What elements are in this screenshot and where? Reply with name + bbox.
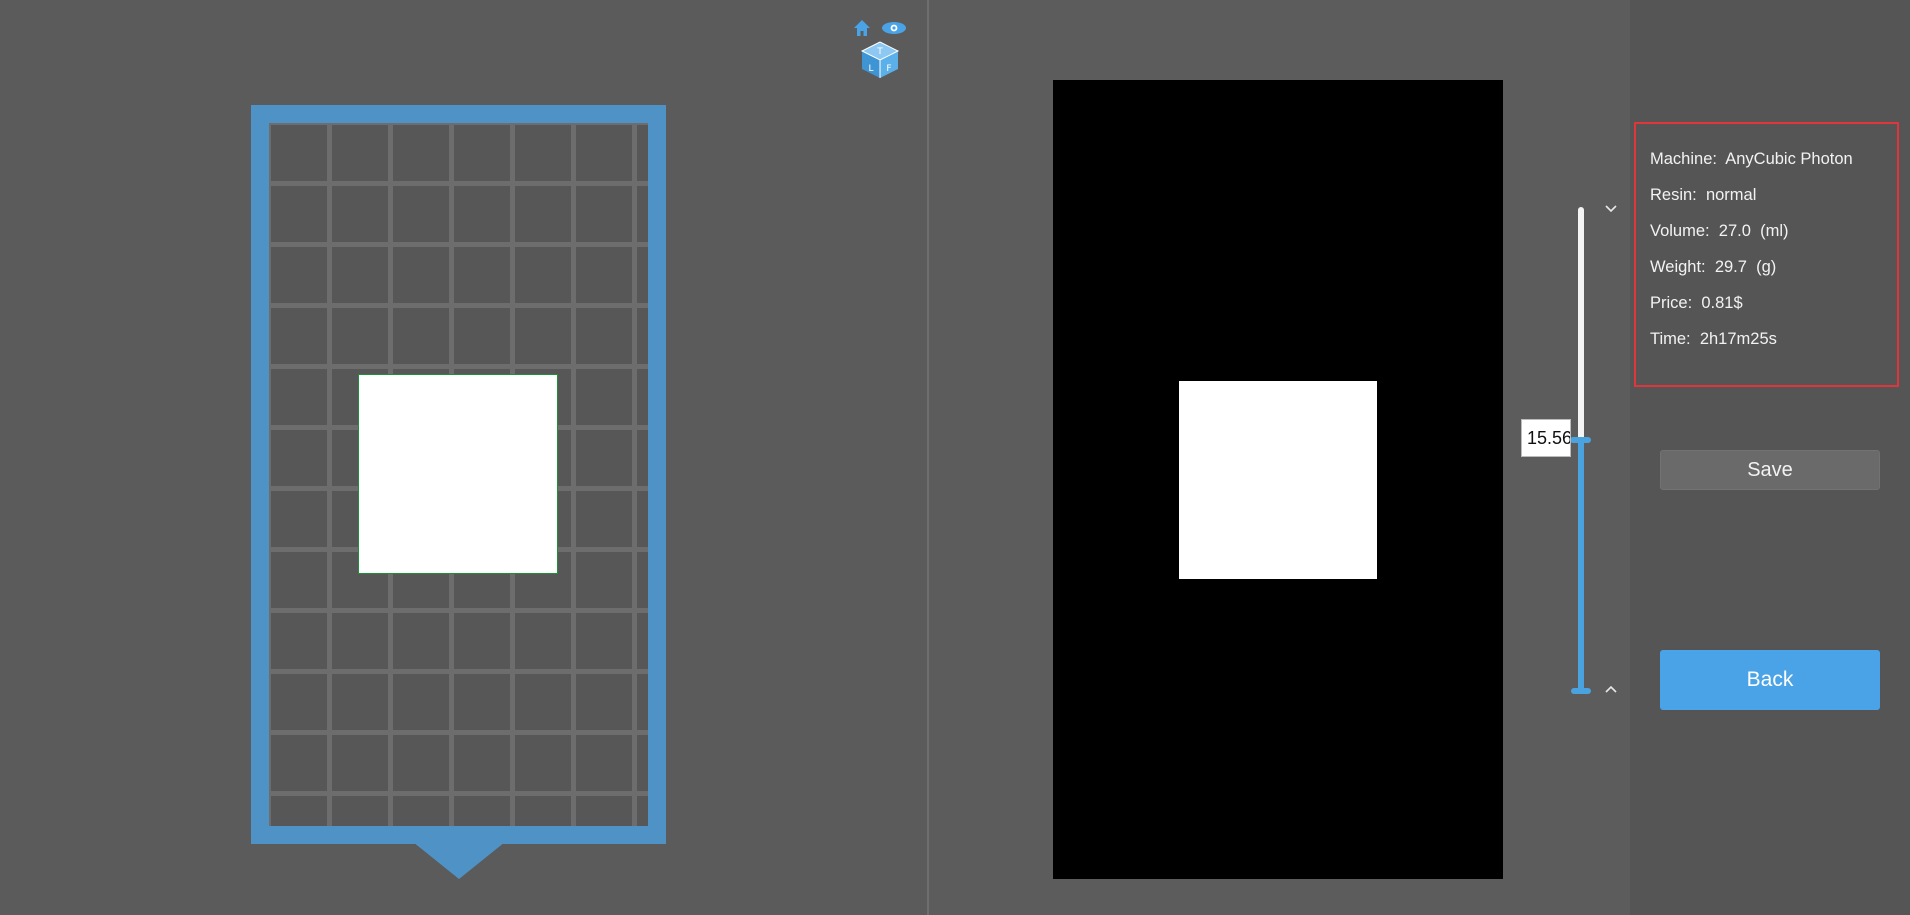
machine-label: Machine:	[1650, 150, 1717, 168]
volume-row: Volume: 27.0 (ml)	[1650, 222, 1788, 241]
cube-face-top: T	[876, 47, 883, 57]
weight-value: 29.7 (g)	[1714, 258, 1777, 276]
resin-label: Resin:	[1650, 186, 1697, 204]
cube-face-left: L	[868, 64, 873, 74]
model-object[interactable]	[358, 374, 558, 574]
view-cube[interactable]: T L F	[852, 18, 908, 80]
save-button[interactable]: Save	[1660, 450, 1880, 490]
volume-value: 27.0 (ml)	[1718, 222, 1789, 240]
layer-slider-track-lower[interactable]	[1578, 440, 1584, 692]
resin-row: Resin: normal	[1650, 186, 1756, 205]
build-plate-front-indicator	[413, 842, 505, 879]
slice-cross-section	[1179, 381, 1377, 579]
volume-label: Volume:	[1650, 222, 1710, 240]
home-icon[interactable]	[854, 20, 870, 36]
time-value: 2h17m25s	[1699, 330, 1777, 348]
layer-slider-track-upper[interactable]	[1578, 207, 1584, 440]
layer-slider-bottom-handle[interactable]	[1571, 688, 1591, 694]
time-label: Time:	[1650, 330, 1691, 348]
weight-label: Weight:	[1650, 258, 1706, 276]
price-value: 0.81$	[1701, 294, 1743, 312]
layer-slider-handle[interactable]	[1570, 437, 1591, 443]
layer-height-field[interactable]: 15.56	[1521, 419, 1571, 457]
cube-face-front: F	[886, 64, 891, 74]
resin-value: normal	[1705, 186, 1757, 204]
price-label: Price:	[1650, 294, 1693, 312]
time-row: Time: 2h17m25s	[1650, 330, 1777, 349]
eye-icon[interactable]	[882, 22, 906, 34]
cube-icon[interactable]: T L F	[860, 41, 900, 78]
chevron-down-icon[interactable]	[1603, 201, 1619, 217]
weight-row: Weight: 29.7 (g)	[1650, 258, 1776, 277]
back-button[interactable]: Back	[1660, 650, 1880, 710]
price-row: Price: 0.81$	[1650, 294, 1743, 313]
machine-value: AnyCubic Photon	[1725, 150, 1853, 168]
chevron-up-icon[interactable]	[1603, 681, 1619, 697]
machine-row: Machine: AnyCubic Photon	[1650, 150, 1853, 169]
